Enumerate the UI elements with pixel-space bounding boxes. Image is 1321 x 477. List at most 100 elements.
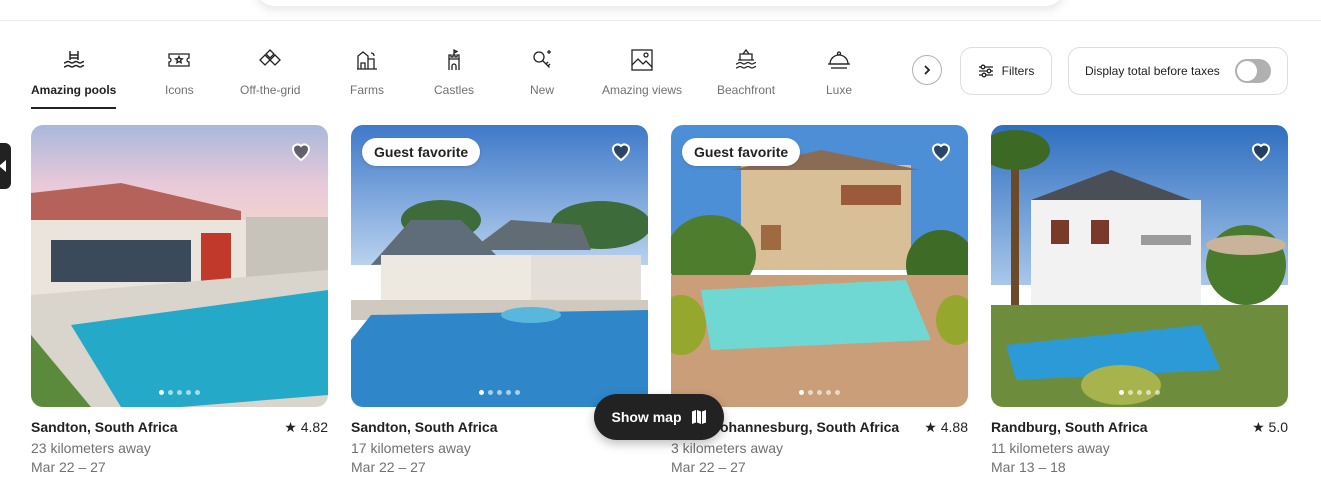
- listing-photo[interactable]: Guest favorite: [671, 125, 968, 407]
- photo-dot: [488, 390, 493, 395]
- listing-photo-image: [351, 125, 648, 407]
- listing-photo-image: [31, 125, 328, 407]
- star-icon: ★: [924, 419, 941, 435]
- photo-dot: [1119, 390, 1124, 395]
- photo-dot: [1155, 390, 1160, 395]
- category-label: New: [529, 83, 554, 97]
- listing-rating: ★ 4.88: [924, 419, 968, 436]
- filters-button[interactable]: Filters: [960, 47, 1052, 95]
- photo-dot: [168, 390, 173, 395]
- listing-photo[interactable]: Guest favorite: [351, 125, 648, 407]
- diamonds-icon: [259, 49, 282, 66]
- photo-dot: [506, 390, 511, 395]
- show-map-button[interactable]: Show map: [594, 394, 724, 440]
- photo-dot: [817, 390, 822, 395]
- listing-info: Randburg, South Africa ★ 5.0 11 kilomete…: [991, 419, 1288, 475]
- toggle-knob: [1237, 61, 1257, 81]
- photo-dots: [31, 390, 328, 395]
- photo-dot: [515, 390, 520, 395]
- photo-dot: [497, 390, 502, 395]
- category-castles[interactable]: Castles: [434, 44, 474, 114]
- side-collapse-tab[interactable]: [0, 143, 11, 189]
- listing-dates: Mar 22 – 27: [671, 459, 746, 475]
- listing-photo-image: [671, 125, 968, 407]
- photo-dots: [991, 390, 1288, 395]
- map-icon: [691, 410, 706, 424]
- beach-icon: [735, 48, 757, 69]
- photo-dot: [186, 390, 191, 395]
- category-label: Off-the-grid: [240, 83, 301, 97]
- taxes-toggle[interactable]: [1235, 59, 1271, 83]
- barn-icon: [357, 51, 377, 70]
- photo-dot: [799, 390, 804, 395]
- heart-icon[interactable]: [929, 139, 953, 163]
- category-luxe[interactable]: Luxe: [826, 44, 852, 114]
- heart-icon[interactable]: [289, 139, 313, 163]
- photo-dot: [826, 390, 831, 395]
- rating-value: 5.0: [1268, 419, 1288, 435]
- photo-dots: [671, 390, 968, 395]
- listing-card[interactable]: Randburg, South Africa ★ 5.0 11 kilomete…: [991, 125, 1288, 475]
- photo-dot: [808, 390, 813, 395]
- listing-distance: 23 kilometers away: [31, 440, 151, 456]
- guest-favorite-badge: Guest favorite: [682, 138, 801, 166]
- sliders-icon: [978, 64, 993, 78]
- listing-photo[interactable]: [31, 125, 328, 407]
- listing-card[interactable]: Sandton, South Africa ★ 4.82 23 kilomete…: [31, 125, 328, 475]
- photo-dot: [1128, 390, 1133, 395]
- pool-icon: [63, 51, 84, 68]
- cloche-icon: [828, 51, 851, 69]
- category-farms[interactable]: Farms: [350, 44, 384, 114]
- filters-label: Filters: [1001, 64, 1035, 78]
- listing-photo-image: [991, 125, 1288, 407]
- photo-dot: [159, 390, 164, 395]
- category-amazing-views[interactable]: Amazing views: [602, 44, 682, 114]
- castle-icon: [448, 48, 460, 70]
- collapse-arrow-icon: [0, 160, 6, 172]
- search-bar-shadow: [255, 0, 1065, 6]
- category-new[interactable]: New: [529, 44, 555, 114]
- listing-location: Randburg, South Africa: [991, 419, 1148, 435]
- category-icons[interactable]: Icons: [165, 44, 194, 114]
- rating-value: 4.88: [940, 419, 968, 435]
- photo-dot: [1146, 390, 1151, 395]
- display-total-toggle-row[interactable]: Display total before taxes: [1068, 47, 1288, 95]
- photo-dots: [351, 390, 648, 395]
- listing-dates: Mar 22 – 27: [351, 459, 426, 475]
- heart-icon[interactable]: [1249, 139, 1273, 163]
- photo-dot: [177, 390, 182, 395]
- photo-dot: [479, 390, 484, 395]
- category-label: Icons: [165, 83, 194, 97]
- category-label: Amazing views: [602, 83, 683, 97]
- listing-distance: 11 kilometers away: [991, 440, 1110, 456]
- picture-frame-icon: [631, 49, 653, 71]
- listing-rating: ★ 5.0: [1252, 419, 1288, 436]
- sparkle-key-icon: [533, 50, 551, 68]
- heart-icon[interactable]: [609, 139, 633, 163]
- category-label: Farms: [350, 83, 384, 97]
- photo-dot: [1137, 390, 1142, 395]
- listing-rating: ★ 4.82: [284, 419, 328, 436]
- rating-value: 4.82: [300, 419, 328, 435]
- photo-dot: [835, 390, 840, 395]
- listing-info: Sandton, South Africa ★ 4.82 23 kilomete…: [31, 419, 328, 475]
- listing-photo[interactable]: [991, 125, 1288, 407]
- category-amazing-pools[interactable]: Amazing pools: [31, 44, 117, 114]
- categories-next-button[interactable]: [912, 55, 942, 85]
- category-bar: Amazing pools Icons Off-the-grid Farms C…: [0, 44, 915, 114]
- category-label: Amazing pools: [31, 83, 117, 97]
- category-label: Beachfront: [717, 83, 776, 97]
- category-beachfront[interactable]: Beachfront: [717, 44, 775, 114]
- photo-dot: [195, 390, 200, 395]
- star-icon: ★: [284, 419, 301, 435]
- listing-distance: 17 kilometers away: [351, 440, 471, 456]
- listing-dates: Mar 13 – 18: [991, 459, 1066, 475]
- category-label: Castles: [434, 83, 475, 97]
- category-label: Luxe: [826, 83, 853, 97]
- star-icon: ★: [1252, 419, 1269, 435]
- guest-favorite-badge: Guest favorite: [362, 138, 481, 166]
- show-map-label: Show map: [611, 409, 682, 425]
- taxes-label: Display total before taxes: [1085, 64, 1220, 78]
- category-off-the-grid[interactable]: Off-the-grid: [240, 44, 300, 114]
- ticket-icon: [168, 53, 190, 67]
